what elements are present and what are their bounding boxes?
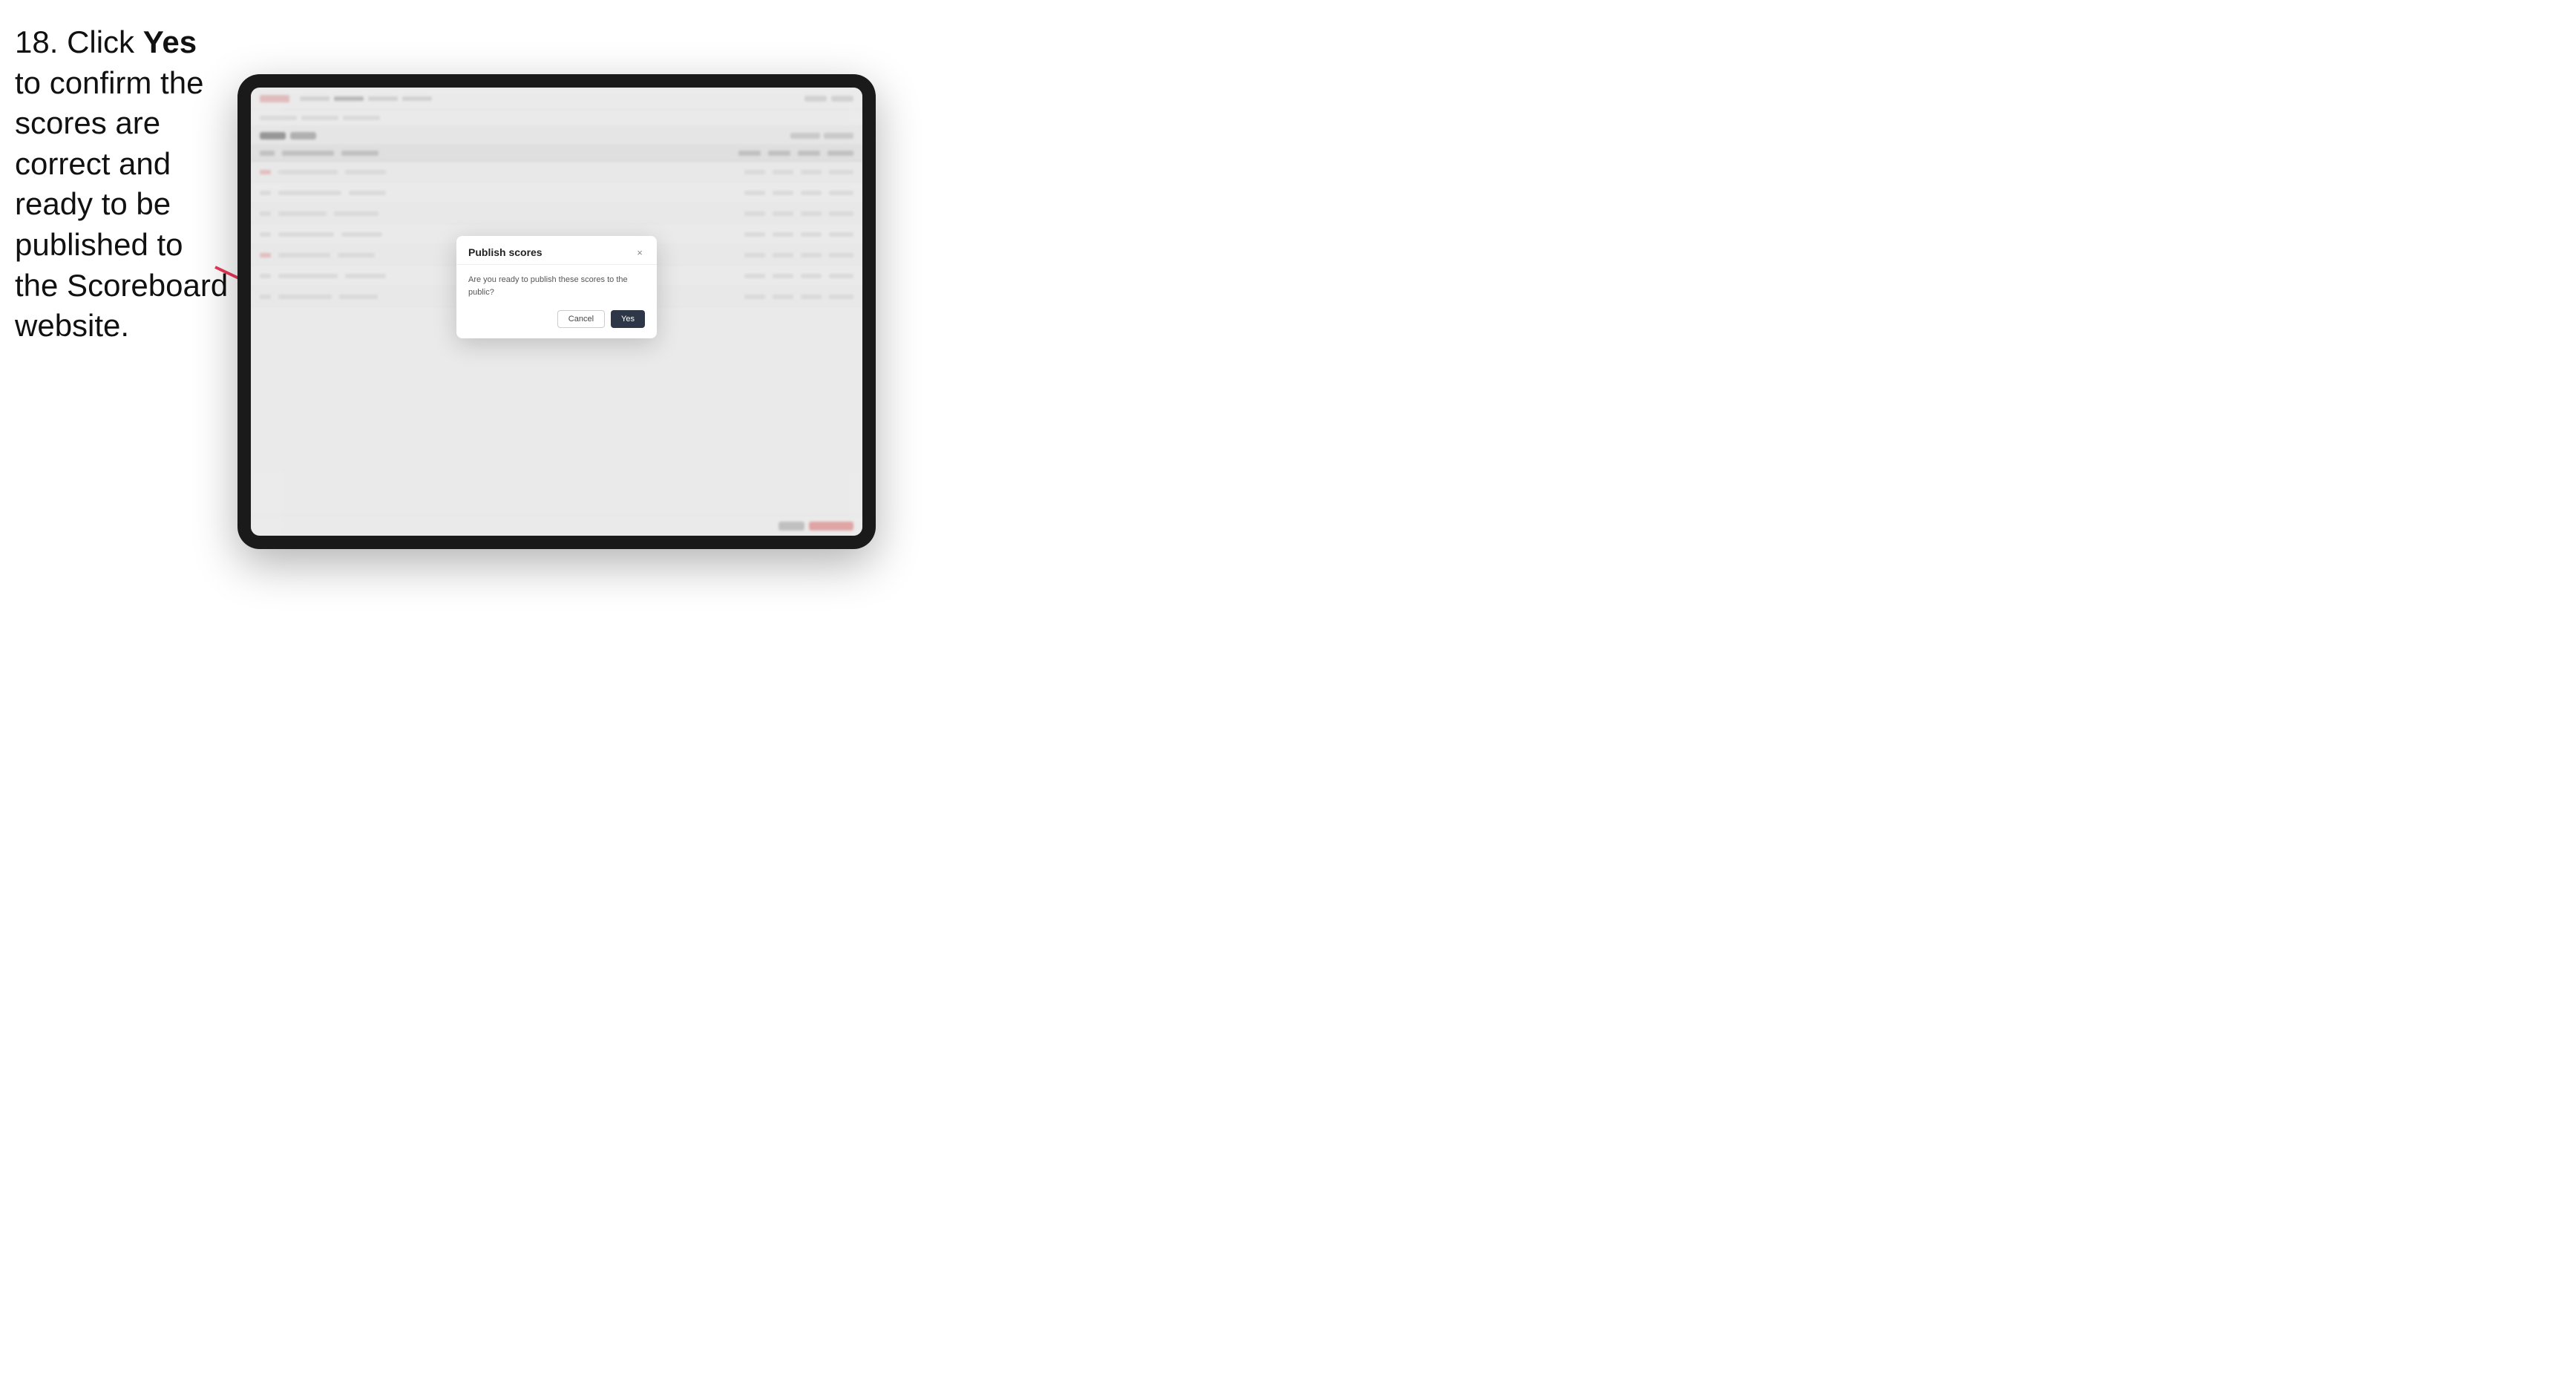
modal-close-button[interactable]: × <box>635 247 645 257</box>
modal-header: Publish scores × <box>456 236 657 264</box>
tablet-device: Publish scores × Are you ready to publis… <box>237 74 876 549</box>
modal-title: Publish scores <box>468 246 543 258</box>
step-number: 18. <box>15 24 58 59</box>
instruction-prefix: Click <box>67 24 143 59</box>
tablet-screen: Publish scores × Are you ready to publis… <box>251 88 862 536</box>
instruction-bold: Yes <box>143 24 197 59</box>
publish-scores-modal: Publish scores × Are you ready to publis… <box>456 236 657 338</box>
instruction-suffix: to confirm the scores are correct and re… <box>15 65 228 344</box>
modal-cancel-button[interactable]: Cancel <box>557 310 605 328</box>
modal-actions: Cancel Yes <box>468 310 645 328</box>
modal-divider <box>456 264 657 265</box>
modal-overlay: Publish scores × Are you ready to publis… <box>251 88 862 536</box>
modal-body: Are you ready to publish these scores to… <box>456 274 657 338</box>
instruction-text: 18. Click Yes to confirm the scores are … <box>15 22 230 346</box>
modal-message: Are you ready to publish these scores to… <box>468 274 645 298</box>
modal-yes-button[interactable]: Yes <box>611 310 645 328</box>
